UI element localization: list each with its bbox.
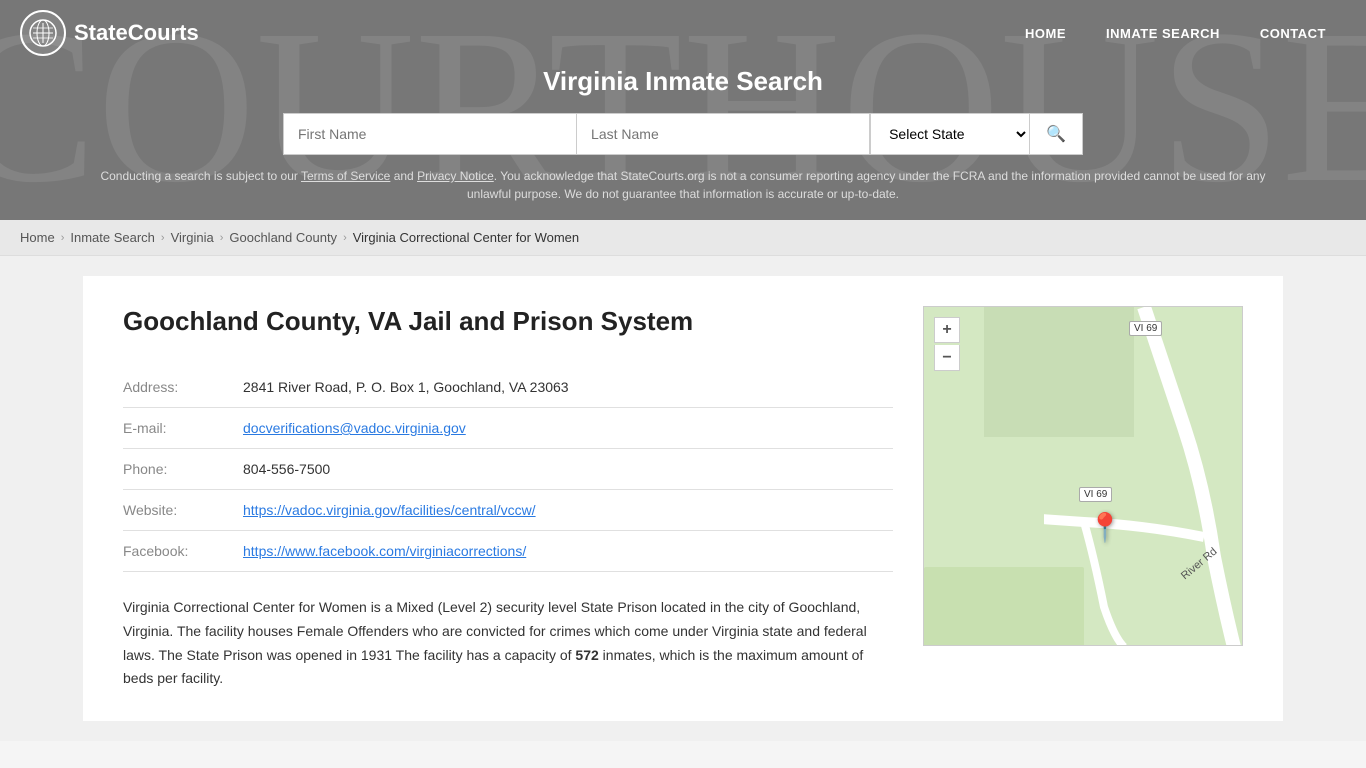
address-row: Address: 2841 River Road, P. O. Box 1, G… bbox=[123, 367, 893, 408]
facility-description: Virginia Correctional Center for Women i… bbox=[123, 596, 893, 691]
search-icon: 🔍 bbox=[1046, 124, 1066, 144]
email-link[interactable]: docverifications@vadoc.virginia.gov bbox=[243, 420, 466, 436]
nav-contact[interactable]: CONTACT bbox=[1240, 18, 1346, 49]
breadcrumb-virginia[interactable]: Virginia bbox=[171, 230, 214, 245]
logo-svg bbox=[29, 19, 57, 47]
breadcrumb-home[interactable]: Home bbox=[20, 230, 55, 245]
search-form: Select State Virginia 🔍 bbox=[283, 113, 1083, 155]
main-content: Goochland County, VA Jail and Prison Sys… bbox=[0, 256, 1366, 741]
breadcrumb-sep-4: › bbox=[343, 232, 347, 244]
logo-link[interactable]: StateCourts bbox=[20, 10, 199, 56]
disclaimer-text: Conducting a search is subject to our Te… bbox=[0, 167, 1366, 219]
facility-details-table: Address: 2841 River Road, P. O. Box 1, G… bbox=[123, 367, 893, 572]
facebook-value: https://www.facebook.com/virginiacorrect… bbox=[243, 531, 893, 572]
terms-link[interactable]: Terms of Service bbox=[301, 169, 390, 183]
map-zoom-out-button[interactable]: − bbox=[934, 345, 960, 371]
nav-links: HOME INMATE SEARCH CONTACT bbox=[1005, 18, 1346, 49]
map-panel: + − VI 69 VI 69 River Rd 📍 bbox=[923, 306, 1243, 691]
website-value: https://vadoc.virginia.gov/facilities/ce… bbox=[243, 490, 893, 531]
website-row: Website: https://vadoc.virginia.gov/faci… bbox=[123, 490, 893, 531]
logo-icon bbox=[20, 10, 66, 56]
address-label: Address: bbox=[123, 367, 243, 408]
search-button[interactable]: 🔍 bbox=[1030, 113, 1083, 155]
website-link[interactable]: https://vadoc.virginia.gov/facilities/ce… bbox=[243, 502, 536, 518]
facebook-row: Facebook: https://www.facebook.com/virgi… bbox=[123, 531, 893, 572]
breadcrumb-current: Virginia Correctional Center for Women bbox=[353, 230, 579, 245]
top-navigation: StateCourts HOME INMATE SEARCH CONTACT bbox=[0, 0, 1366, 66]
phone-value: 804-556-7500 bbox=[243, 449, 893, 490]
nav-home[interactable]: HOME bbox=[1005, 18, 1086, 49]
website-label: Website: bbox=[123, 490, 243, 531]
phone-label: Phone: bbox=[123, 449, 243, 490]
map-zoom-in-button[interactable]: + bbox=[934, 317, 960, 343]
logo-text: StateCourts bbox=[74, 20, 199, 46]
phone-row: Phone: 804-556-7500 bbox=[123, 449, 893, 490]
header: StateCourts HOME INMATE SEARCH CONTACT V… bbox=[0, 0, 1366, 220]
map: + − VI 69 VI 69 River Rd 📍 bbox=[923, 306, 1243, 646]
facility-info: Goochland County, VA Jail and Prison Sys… bbox=[123, 306, 893, 691]
email-value: docverifications@vadoc.virginia.gov bbox=[243, 408, 893, 449]
breadcrumb-sep-3: › bbox=[220, 232, 224, 244]
map-roads-svg bbox=[924, 307, 1243, 646]
map-label-vi69-bottom: VI 69 bbox=[1079, 487, 1112, 502]
breadcrumb: Home › Inmate Search › Virginia › Goochl… bbox=[0, 220, 1366, 256]
breadcrumb-sep-1: › bbox=[61, 232, 65, 244]
last-name-input[interactable] bbox=[576, 113, 870, 155]
nav-inmate-search[interactable]: INMATE SEARCH bbox=[1086, 18, 1240, 49]
breadcrumb-goochland[interactable]: Goochland County bbox=[229, 230, 337, 245]
facebook-label: Facebook: bbox=[123, 531, 243, 572]
page-title: Virginia Inmate Search bbox=[0, 66, 1366, 97]
capacity-number: 572 bbox=[575, 647, 598, 663]
map-pin: 📍 bbox=[1088, 511, 1123, 544]
state-select[interactable]: Select State Virginia bbox=[870, 113, 1030, 155]
facility-title: Goochland County, VA Jail and Prison Sys… bbox=[123, 306, 893, 337]
facebook-link[interactable]: https://www.facebook.com/virginiacorrect… bbox=[243, 543, 526, 559]
email-row: E-mail: docverifications@vadoc.virginia.… bbox=[123, 408, 893, 449]
breadcrumb-sep-2: › bbox=[161, 232, 165, 244]
first-name-input[interactable] bbox=[283, 113, 576, 155]
privacy-link[interactable]: Privacy Notice bbox=[417, 169, 494, 183]
email-label: E-mail: bbox=[123, 408, 243, 449]
content-card: Goochland County, VA Jail and Prison Sys… bbox=[83, 276, 1283, 721]
breadcrumb-inmate-search[interactable]: Inmate Search bbox=[70, 230, 155, 245]
address-value: 2841 River Road, P. O. Box 1, Goochland,… bbox=[243, 367, 893, 408]
map-label-vi69-top: VI 69 bbox=[1129, 321, 1162, 336]
